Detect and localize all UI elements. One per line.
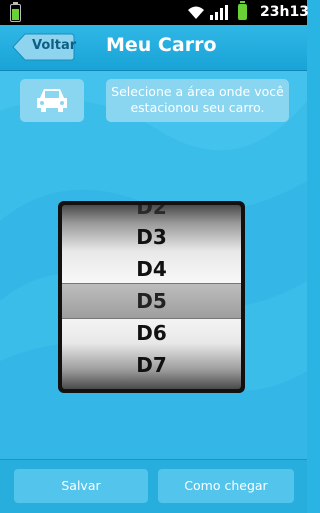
- picker-item[interactable]: D2: [62, 205, 241, 219]
- app-header: Voltar Meu Carro: [0, 25, 307, 71]
- back-button-label: Voltar: [32, 38, 77, 53]
- picker-item[interactable]: D6: [62, 321, 241, 345]
- bottom-bar: Salvar Como chegar: [0, 459, 307, 513]
- signal-icon: [210, 4, 228, 20]
- picker-item[interactable]: D3: [62, 225, 241, 249]
- main-content: Selecione a área onde você estacionou se…: [0, 71, 307, 459]
- instruction-text: Selecione a área onde você estacionou se…: [106, 79, 289, 122]
- status-bar: 23h13: [0, 0, 309, 25]
- car-button[interactable]: [20, 79, 84, 122]
- wifi-icon: [188, 6, 204, 19]
- save-button[interactable]: Salvar: [14, 469, 148, 503]
- directions-button[interactable]: Como chegar: [158, 469, 294, 503]
- picker-item[interactable]: D7: [62, 353, 241, 377]
- battery-icon: [238, 1, 247, 20]
- page-title: Meu Carro: [106, 34, 217, 56]
- battery-charging-icon: [10, 2, 21, 22]
- back-button[interactable]: Voltar: [12, 33, 77, 61]
- parking-area-picker[interactable]: D2 D3 D4 D5 D6 D7: [58, 201, 245, 393]
- picker-drum[interactable]: D2 D3 D4 D5 D6 D7: [62, 205, 241, 389]
- status-time: 23h13: [260, 4, 309, 20]
- car-icon: [37, 89, 67, 112]
- picker-item-selected[interactable]: D5: [62, 289, 241, 313]
- picker-item[interactable]: D4: [62, 257, 241, 281]
